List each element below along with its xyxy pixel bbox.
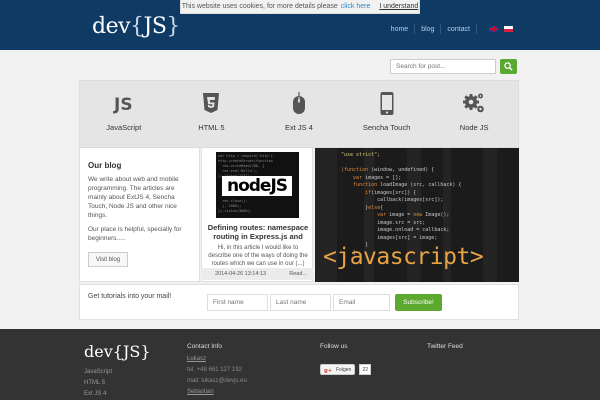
social-buttons: g+ Folgen 22: [320, 364, 372, 375]
javascript-label: <javascript>: [323, 244, 484, 270]
tech-extjs[interactable]: Ext JS 4: [255, 81, 343, 147]
svg-text:JS: JS: [113, 95, 133, 115]
blog-title: Our blog: [88, 161, 122, 170]
nav-home[interactable]: home: [391, 26, 409, 33]
code-decoration: "use strict"; (function (window, undefin…: [341, 152, 462, 256]
cookie-banner: This website uses cookies, for more deta…: [180, 0, 420, 14]
cookie-text: This website uses cookies, for more deta…: [181, 3, 338, 10]
read-more-link[interactable]: Read...: [289, 271, 307, 277]
contact-name-sebastian[interactable]: Sebastian: [187, 387, 247, 398]
contact-info: Łukasz tel. +48 661 127 192 mail: lukasz…: [187, 354, 247, 398]
tech-label: Sencha Touch: [362, 123, 411, 132]
twitter-feed-title: Twitter Feed: [427, 343, 463, 350]
search-icon: [504, 62, 513, 71]
newsletter-bar: Get tutorials into your mail! Subscribe!: [79, 284, 519, 320]
cookie-accept-link[interactable]: I understand: [379, 3, 418, 10]
footer-logo[interactable]: dev{JS}: [84, 342, 151, 361]
code-bg-stripe: [483, 148, 497, 282]
email-field[interactable]: [333, 294, 390, 311]
article-title[interactable]: Defining routes: namespace routing in Ex…: [206, 223, 310, 241]
subscribe-button[interactable]: Subscribe!: [395, 294, 442, 311]
gears-icon: [463, 93, 484, 113]
search-button[interactable]: [500, 59, 517, 74]
site-logo[interactable]: dev{JS}: [92, 14, 180, 39]
contact-phone: tel. +48 661 127 192: [187, 367, 242, 373]
footer-link-html5[interactable]: HTML 5: [84, 378, 112, 389]
top-navigation: home blog contact: [391, 24, 513, 34]
blog-description: We write about web and mobile programmin…: [88, 176, 179, 219]
html5-icon: [203, 93, 220, 113]
tech-label: Ext JS 4: [285, 123, 313, 132]
nav-divider: [440, 24, 442, 34]
last-name-field[interactable]: [270, 294, 331, 311]
article-excerpt: Hi, in this article I would like to desc…: [208, 245, 308, 267]
blog-intro-box: Our blog We write about web and mobile p…: [79, 148, 200, 282]
first-name-field[interactable]: [207, 294, 268, 311]
footer-links: JavaScript HTML 5 Ext JS 4: [84, 367, 112, 400]
tech-label: Node JS: [459, 123, 489, 132]
javascript-feature-image[interactable]: "use strict"; (function (window, undefin…: [315, 148, 519, 282]
svg-text:g+: g+: [324, 368, 332, 373]
nav-blog[interactable]: blog: [421, 26, 434, 33]
visit-blog-button[interactable]: Visit blog: [88, 252, 128, 267]
nav-divider: [476, 24, 477, 34]
article-card: var http = require('http'); http.createS…: [201, 148, 313, 282]
footer-link-extjs[interactable]: Ext JS 4: [84, 389, 112, 400]
phone-icon: [380, 92, 394, 115]
tech-nodejs[interactable]: Node JS: [430, 81, 518, 147]
article-thumbnail[interactable]: var http = require('http'); http.createS…: [216, 152, 299, 218]
technologies-bar: JS JavaScript HTML 5 Ext JS 4 Sencha Tou…: [79, 80, 519, 148]
pl-flag-icon[interactable]: [504, 26, 513, 32]
tech-html5[interactable]: HTML 5: [168, 81, 256, 147]
tech-label: JavaScript: [106, 123, 142, 132]
blog-note: Our place is helpful, specially for begi…: [88, 226, 182, 242]
tech-sencha[interactable]: Sencha Touch: [343, 81, 431, 147]
newsletter-label: Get tutorials into your mail!: [88, 293, 172, 300]
follow-title: Follow us: [320, 343, 348, 350]
nodejs-logo: nodeJS: [222, 176, 292, 196]
en-flag-icon[interactable]: [489, 26, 498, 32]
follow-label: Folgen: [336, 366, 352, 373]
follow-count: 22: [359, 364, 372, 375]
cookie-details-link[interactable]: click here: [341, 3, 371, 10]
javascript-icon: JS: [113, 95, 133, 115]
nav-divider: [414, 24, 416, 34]
tech-javascript[interactable]: JS JavaScript: [80, 81, 168, 147]
contact-email: mail: lukasz@devjs.eu: [187, 378, 247, 384]
contact-name-lukasz[interactable]: Łukasz: [187, 354, 247, 365]
contact-title: Contact Info: [187, 343, 223, 350]
tech-label: HTML 5: [198, 123, 225, 132]
google-follow-button[interactable]: g+ Folgen: [320, 364, 356, 375]
footer-link-javascript[interactable]: JavaScript: [84, 367, 112, 378]
article-meta-bar: 2014-04-26 13:14:13 Read...: [201, 268, 313, 280]
site-footer: dev{JS} JavaScript HTML 5 Ext JS 4 Conta…: [0, 329, 600, 400]
mouse-icon: [292, 91, 305, 114]
nav-contact[interactable]: contact: [447, 26, 470, 33]
article-date: 2014-04-26 13:14:13: [215, 271, 267, 277]
search-input[interactable]: [390, 59, 496, 74]
google-plus-icon: g+: [324, 368, 332, 373]
